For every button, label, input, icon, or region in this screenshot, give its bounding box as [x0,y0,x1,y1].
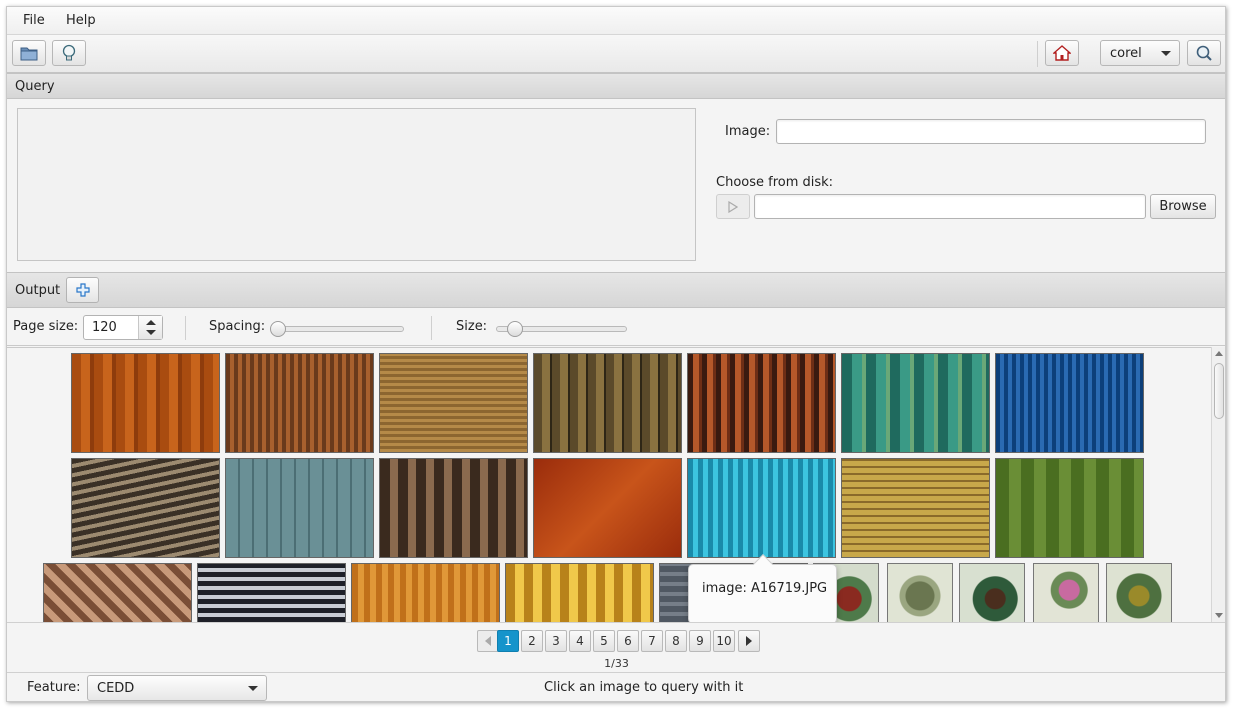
result-image[interactable] [225,353,374,453]
dataset-select[interactable]: corel [1100,40,1180,66]
result-image[interactable] [887,563,953,622]
status-hint: Click an image to query with it [544,680,744,695]
size-slider[interactable] [496,321,627,337]
result-image[interactable] [995,458,1144,558]
path-field[interactable] [754,194,1146,219]
page-size-value: 120 [92,320,117,335]
status-bar: Feature: CEDD Click an image to query wi… [7,672,1225,701]
plus-icon [75,283,90,297]
result-image[interactable] [43,563,192,622]
result-image[interactable] [1033,563,1099,622]
home-button[interactable] [1045,40,1079,66]
spacing-label: Spacing: [209,319,266,334]
page-button-10[interactable]: 10 [713,630,735,652]
folder-icon [20,47,38,61]
image-field[interactable] [776,119,1206,144]
home-icon [1053,45,1071,61]
page-size-spinner[interactable]: 120 [83,315,163,340]
play-button[interactable] [716,194,750,219]
menu-help[interactable]: Help [66,13,96,28]
size-slider-thumb[interactable] [506,321,523,337]
page-button-6[interactable]: 6 [617,630,639,652]
feature-value: CEDD [97,681,135,696]
page-button-4[interactable]: 4 [569,630,591,652]
tips-button[interactable] [52,40,86,66]
query-header[interactable]: Query [7,73,1225,99]
scroll-down-icon[interactable] [1215,613,1223,618]
result-image[interactable] [505,563,654,622]
spinner-buttons[interactable] [138,316,162,339]
lightbulb-icon [62,44,76,61]
size-label: Size: [456,319,488,334]
chevron-right-icon [746,636,752,646]
add-output-button[interactable] [66,277,99,303]
image-tooltip: image: A16719.JPG [688,554,837,624]
query-title: Query [15,79,55,94]
output-title: Output [15,283,61,298]
chevron-down-icon [1161,51,1171,56]
query-image-preview [17,108,696,261]
result-image[interactable] [379,353,528,453]
options-separator [431,316,432,340]
spacing-slider[interactable] [270,321,404,337]
chevron-down-icon [248,686,258,691]
result-image[interactable] [197,563,346,622]
pagination: 1 2 3 4 5 6 7 8 9 10 1/33 [7,622,1225,672]
image-label: Image: [725,124,771,139]
options-separator [185,316,186,340]
dataset-value: corel [1110,46,1142,61]
output-header[interactable]: Output [7,272,1225,308]
result-image[interactable] [533,458,682,558]
result-image[interactable] [841,458,990,558]
result-image[interactable] [687,458,836,558]
prev-page-button[interactable] [477,630,499,652]
feature-select[interactable]: CEDD [87,675,267,701]
feature-label: Feature: [27,680,81,695]
tooltip-text: image: A16719.JPG [702,581,828,596]
scroll-thumb[interactable] [1214,363,1224,419]
result-image[interactable] [379,458,528,558]
page-size-label: Page size: [13,319,79,334]
result-image[interactable] [71,353,220,453]
result-image[interactable] [71,458,220,558]
vertical-scrollbar[interactable] [1211,347,1225,622]
browse-button[interactable]: Browse [1150,194,1216,219]
search-icon [1196,45,1212,61]
result-image[interactable] [351,563,500,622]
play-icon [728,200,738,213]
decrement-icon[interactable] [146,330,156,335]
result-image[interactable] [533,353,682,453]
page-button-5[interactable]: 5 [593,630,615,652]
scroll-up-icon[interactable] [1215,351,1223,356]
toolbar-separator [1037,41,1038,67]
page-info: 1/33 [604,657,629,670]
toolbar: corel [7,35,1225,73]
spacing-slider-thumb[interactable] [270,321,286,337]
result-image[interactable] [1106,563,1172,622]
menu-file[interactable]: File [23,13,45,28]
page-button-9[interactable]: 9 [689,630,711,652]
search-button[interactable] [1187,40,1221,66]
result-image[interactable] [959,563,1025,622]
increment-icon[interactable] [146,320,156,325]
chevron-left-icon [485,636,491,646]
page-button-2[interactable]: 2 [521,630,543,652]
results-grid [7,347,1211,622]
result-image[interactable] [225,458,374,558]
next-page-button[interactable] [738,630,760,652]
page-button-8[interactable]: 8 [665,630,687,652]
result-image[interactable] [995,353,1144,453]
page-button-7[interactable]: 7 [641,630,663,652]
app-window: File Help corel Query Image: Choose from… [6,6,1226,702]
page-button-1[interactable]: 1 [497,630,519,652]
open-folder-button[interactable] [12,40,46,66]
result-image[interactable] [687,353,836,453]
menu-bar: File Help [7,7,1225,35]
choose-from-disk-label: Choose from disk: [716,175,834,190]
result-image[interactable] [841,353,990,453]
page-button-3[interactable]: 3 [545,630,567,652]
